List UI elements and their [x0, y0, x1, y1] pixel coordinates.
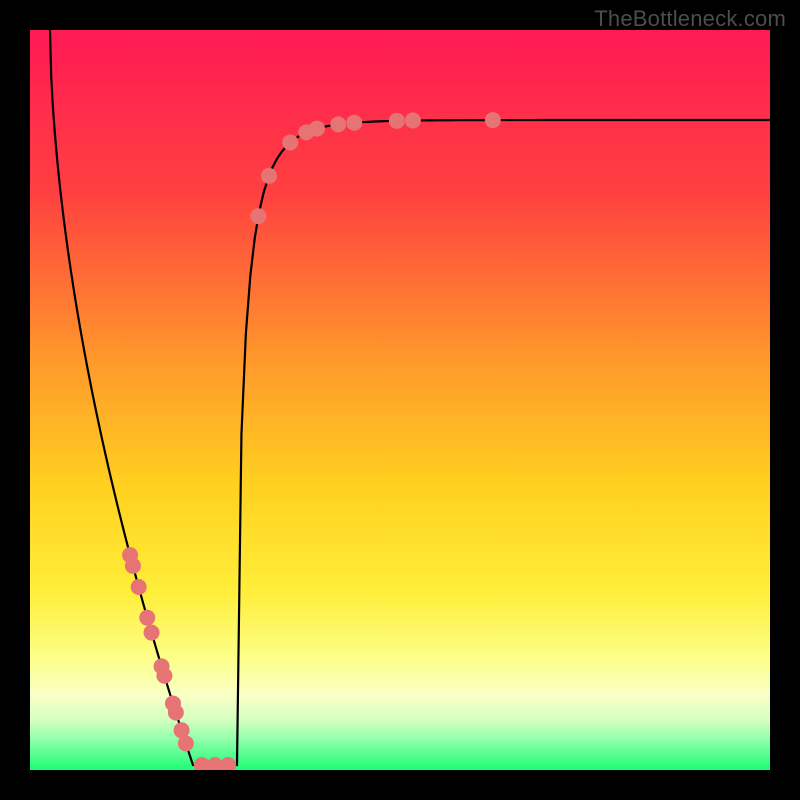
data-point — [139, 610, 155, 626]
chart-svg — [30, 30, 770, 770]
data-point — [405, 113, 421, 129]
watermark-text: TheBottleneck.com — [594, 6, 786, 32]
data-point — [309, 121, 325, 137]
data-point — [282, 134, 298, 150]
data-point — [346, 115, 362, 131]
data-point — [178, 735, 194, 751]
data-point — [389, 113, 405, 129]
data-point — [131, 579, 147, 595]
data-point — [250, 208, 266, 224]
data-point — [156, 668, 172, 684]
chart-frame: TheBottleneck.com — [0, 0, 800, 800]
data-point — [485, 112, 501, 128]
data-point — [261, 168, 277, 184]
data-point — [168, 704, 184, 720]
data-point — [144, 625, 160, 641]
data-point — [330, 116, 346, 132]
data-point — [125, 558, 141, 574]
gradient-background — [30, 30, 770, 770]
plot-area — [30, 30, 770, 770]
